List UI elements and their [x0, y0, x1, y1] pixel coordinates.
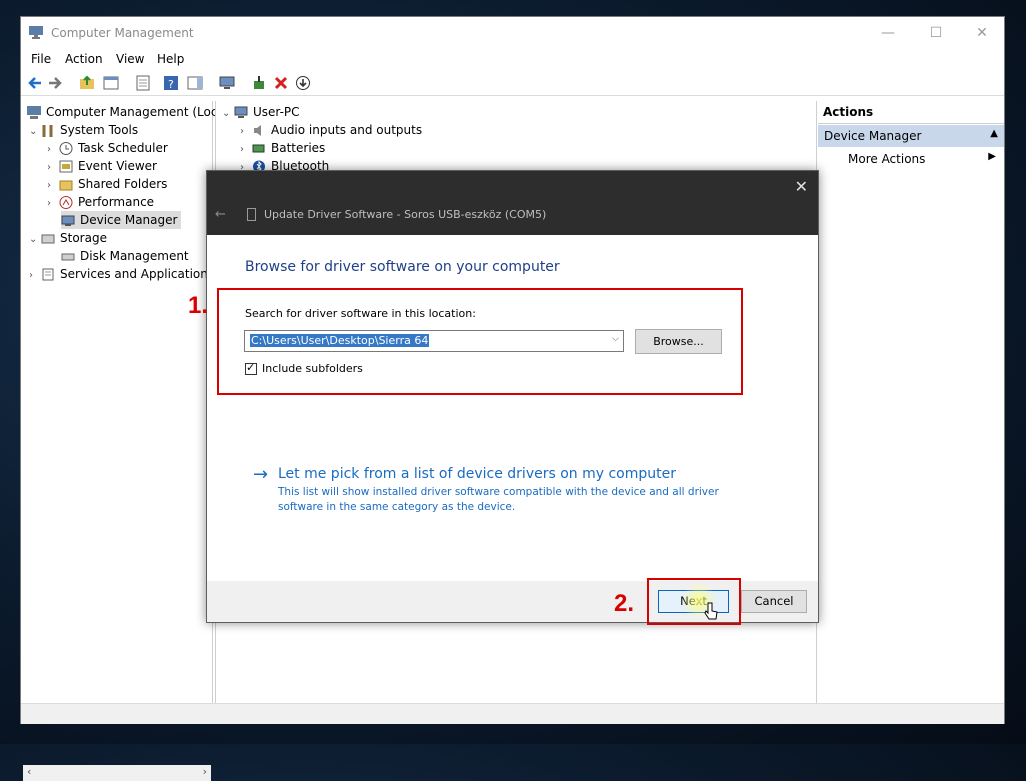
- tree-item-disk-management[interactable]: Disk Management: [61, 247, 189, 265]
- tree-item-services[interactable]: › Services and Applications: [29, 265, 214, 283]
- step1-label: 1.: [188, 292, 209, 319]
- tree-item-performance[interactable]: › Performance: [47, 193, 154, 211]
- show-hide-tree-icon[interactable]: [103, 75, 119, 91]
- more-actions-item[interactable]: More Actions ▶: [818, 149, 1004, 169]
- tree-label: Disk Management: [80, 249, 189, 263]
- maximize-button[interactable]: ☐: [926, 23, 946, 43]
- battery-icon: [252, 144, 265, 153]
- dialog-header: ✕ ← Update Driver Software - Soros USB-e…: [207, 171, 818, 235]
- step1-highlight-box: [217, 288, 743, 395]
- window-title: Computer Management: [51, 26, 194, 40]
- show-action-pane-icon[interactable]: [187, 75, 203, 91]
- chevron-right-icon[interactable]: ›: [29, 267, 41, 285]
- minimize-button[interactable]: —: [878, 23, 898, 43]
- computer-icon: [234, 106, 248, 118]
- dialog-title: Update Driver Software - Soros USB-eszkö…: [264, 208, 547, 221]
- tree-label: Storage: [60, 231, 107, 245]
- tools-icon: [42, 125, 53, 137]
- tree-item-system-tools[interactable]: ⌄ System Tools: [29, 121, 138, 139]
- tree-label: System Tools: [60, 123, 139, 137]
- menu-action[interactable]: Action: [65, 52, 103, 66]
- close-icon[interactable]: ✕: [795, 177, 808, 196]
- tree-label: Computer Management (Local: [46, 105, 229, 119]
- forward-icon[interactable]: [47, 75, 63, 91]
- services-icon: [42, 268, 54, 281]
- menu-bar: File Action View Help: [21, 50, 1004, 70]
- shared-folder-icon: [59, 180, 73, 191]
- actions-device-manager[interactable]: Device Manager ▲: [818, 125, 1004, 147]
- up-folder-icon[interactable]: [79, 75, 95, 91]
- tree-label: Task Scheduler: [78, 141, 168, 155]
- step2-highlight-box: [647, 578, 741, 625]
- title-bar: Computer Management — ☐ ✕: [21, 17, 1004, 49]
- device-category-label: Audio inputs and outputs: [271, 123, 423, 137]
- performance-icon: [59, 196, 73, 209]
- enable-device-icon[interactable]: [295, 75, 311, 91]
- computer-management-icon: [29, 26, 43, 39]
- tree-item-shared-folders[interactable]: › Shared Folders: [47, 175, 167, 193]
- storage-icon: [41, 234, 55, 244]
- uninstall-icon[interactable]: [273, 75, 289, 91]
- close-button[interactable]: ✕: [972, 23, 992, 43]
- tree-item-root[interactable]: Computer Management (Local: [27, 103, 228, 121]
- chevron-down-icon[interactable]: ⌄: [222, 105, 234, 123]
- tree-label: Device Manager: [80, 213, 178, 227]
- update-driver-icon[interactable]: [251, 75, 267, 91]
- disk-icon: [61, 253, 75, 261]
- scroll-right-icon[interactable]: ›: [203, 765, 207, 778]
- tree-item-event-viewer[interactable]: › Event Viewer: [47, 157, 157, 175]
- tree-item-task-scheduler[interactable]: › Task Scheduler: [47, 139, 168, 157]
- submenu-arrow-icon: ▶: [988, 151, 996, 162]
- actions-pane: Actions Device Manager ▲ More Actions ▶: [818, 101, 1004, 703]
- tree-label: Performance: [78, 195, 155, 209]
- back-icon[interactable]: [27, 75, 43, 91]
- actions-title: Actions: [823, 105, 874, 119]
- horizontal-scrollbar[interactable]: ‹ ›: [23, 765, 211, 781]
- pick-from-list-description: This list will show installed driver sof…: [278, 486, 719, 513]
- tree-item-storage[interactable]: ⌄ Storage: [29, 229, 107, 247]
- update-driver-dialog: ✕ ← Update Driver Software - Soros USB-e…: [206, 170, 819, 623]
- chevron-down-icon[interactable]: ⌄: [29, 231, 41, 249]
- computer-management-icon: [27, 106, 41, 119]
- event-viewer-icon: [59, 160, 73, 173]
- chevron-down-icon[interactable]: ⌄: [29, 123, 41, 141]
- arrow-right-icon[interactable]: →: [253, 464, 268, 485]
- device-category[interactable]: › Audio inputs and outputs: [240, 121, 422, 139]
- step2-label: 2.: [614, 590, 635, 617]
- status-bar: [21, 703, 1004, 724]
- pick-from-list-link[interactable]: Let me pick from a list of device driver…: [278, 466, 676, 482]
- collapse-up-icon[interactable]: ▲: [990, 128, 998, 139]
- chevron-right-icon[interactable]: ›: [47, 195, 59, 213]
- help-icon[interactable]: ?: [163, 75, 179, 91]
- menu-view[interactable]: View: [116, 52, 144, 66]
- device-root[interactable]: ⌄ User-PC: [222, 103, 300, 121]
- navigation-tree: Computer Management (Local ⌄ System Tools…: [21, 101, 228, 781]
- actions-device-manager-label: Device Manager: [824, 129, 922, 143]
- menu-help[interactable]: Help: [157, 52, 184, 66]
- speaker-icon: [254, 125, 261, 136]
- cancel-button[interactable]: Cancel: [741, 590, 807, 613]
- device-icon: [247, 208, 256, 221]
- tree-label: Services and Applications: [60, 267, 215, 281]
- properties-icon[interactable]: [135, 75, 151, 91]
- back-arrow-icon[interactable]: ←: [215, 207, 226, 222]
- more-actions-label: More Actions: [848, 152, 926, 166]
- actions-header: Actions: [818, 101, 1004, 124]
- svg-text:?: ?: [168, 78, 174, 91]
- menu-file[interactable]: File: [31, 52, 51, 66]
- device-category[interactable]: › Batteries: [240, 139, 325, 157]
- scroll-left-icon[interactable]: ‹: [27, 765, 31, 778]
- tree-item-device-manager[interactable]: Device Manager: [61, 211, 182, 229]
- tree-label: Shared Folders: [78, 177, 168, 191]
- dialog-heading: Browse for driver software on your compu…: [245, 259, 560, 275]
- scan-hardware-icon[interactable]: [219, 75, 235, 91]
- tree-label: Event Viewer: [78, 159, 157, 173]
- device-category-label: Batteries: [271, 141, 326, 155]
- clock-icon: [59, 142, 73, 155]
- device-root-label: User-PC: [253, 105, 300, 119]
- toolbar: ?: [21, 71, 1004, 96]
- device-manager-icon: [61, 215, 75, 226]
